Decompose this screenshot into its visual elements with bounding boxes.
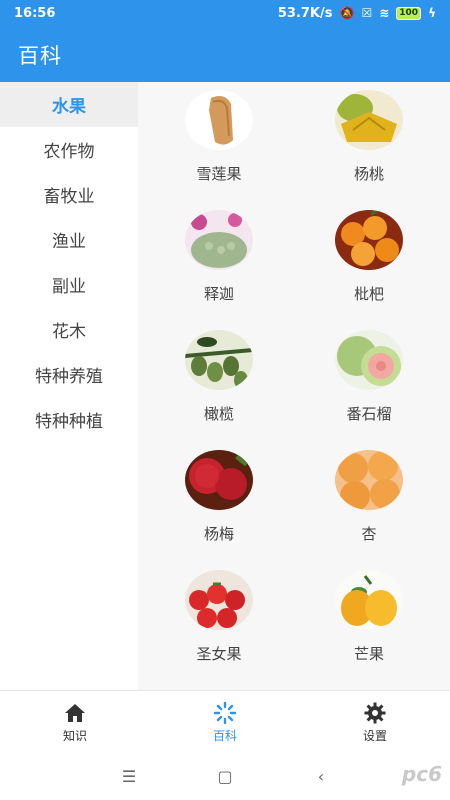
starfruit-image xyxy=(335,90,403,150)
menu-icon[interactable]: ☰ xyxy=(81,767,177,786)
network-speed: 53.7K/s xyxy=(277,5,333,21)
fruit-label: 雪莲果 xyxy=(196,165,242,183)
watermark-logo: pc6 xyxy=(401,762,442,786)
fruit-card[interactable]: 番石榴 xyxy=(294,330,444,450)
status-time: 16:56 xyxy=(14,5,56,21)
fruit-card[interactable]: 杏 xyxy=(294,450,444,570)
fruit-card[interactable]: 橄榄 xyxy=(144,330,294,450)
fruit-label: 杨桃 xyxy=(353,165,384,183)
fruit-card[interactable]: 释迦 xyxy=(144,210,294,330)
home-icon xyxy=(65,703,85,722)
nav-label: 设置 xyxy=(362,728,387,743)
sidebar-item-flowers-trees[interactable]: 花木 xyxy=(0,307,138,352)
sidebar-item-livestock[interactable]: 畜牧业 xyxy=(0,172,138,217)
yacon-image xyxy=(185,90,253,150)
fruit-label: 释迦 xyxy=(203,285,234,303)
page-title: 百科 xyxy=(18,44,62,68)
sidebar-item-crops[interactable]: 农作物 xyxy=(0,127,138,172)
fruit-card[interactable]: 雪莲果 xyxy=(144,90,294,210)
fruit-label: 橄榄 xyxy=(203,405,234,423)
fruit-card[interactable]: 芒果 xyxy=(294,570,444,690)
back-icon[interactable]: ‹ xyxy=(273,767,369,786)
mango-image xyxy=(335,570,403,630)
sidebar-item-fruit[interactable]: 水果 xyxy=(0,82,138,127)
system-nav-bar: ☰ ▢ ‹ xyxy=(0,752,450,800)
battery-icon: 100 xyxy=(396,6,422,20)
cherry-tomato-image xyxy=(185,570,253,630)
fruit-label: 杨梅 xyxy=(203,525,234,543)
mute-icon: 🔕 xyxy=(339,6,355,20)
wifi-icon: ≋ xyxy=(379,6,390,20)
fruit-label: 杏 xyxy=(361,525,377,543)
fruit-grid: 雪莲果 杨桃 释迦 枇杷 橄榄 番石榴 杨梅 杏 圣女果 芒果 xyxy=(138,82,450,690)
fruit-label: 圣女果 xyxy=(196,645,242,663)
fruit-card[interactable]: 杨桃 xyxy=(294,90,444,210)
category-sidebar: 水果 农作物 畜牧业 渔业 副业 花木 特种养殖 特种种植 xyxy=(0,82,138,690)
guava-image xyxy=(335,330,403,390)
fruit-label: 番石榴 xyxy=(346,405,392,423)
nav-label: 知识 xyxy=(62,728,87,743)
fruit-card[interactable]: 枇杷 xyxy=(294,210,444,330)
sim-icon: ☒ xyxy=(361,6,373,20)
olive-image xyxy=(185,330,253,390)
app-bar: 16:56 53.7K/s 🔕 ☒ ≋ 100 ϟ 百科 xyxy=(0,0,450,82)
charging-icon: ϟ xyxy=(428,6,436,20)
fruit-card[interactable]: 杨梅 xyxy=(144,450,294,570)
sidebar-item-special-breeding[interactable]: 特种养殖 xyxy=(0,352,138,397)
status-bar: 16:56 53.7K/s 🔕 ☒ ≋ 100 ϟ xyxy=(0,0,450,26)
fruit-label: 枇杷 xyxy=(353,285,384,303)
encyclopedia-icon xyxy=(213,701,237,724)
nav-settings[interactable]: 设置 xyxy=(300,691,450,753)
nav-encyclopedia[interactable]: 百科 xyxy=(150,691,300,753)
sugar-apple-image xyxy=(185,210,253,270)
sidebar-item-special-planting[interactable]: 特种种植 xyxy=(0,397,138,442)
loquat-image xyxy=(335,210,403,270)
bayberry-image xyxy=(185,450,253,510)
bottom-nav: 知识 百科 设置 xyxy=(0,690,450,753)
nav-label: 百科 xyxy=(212,728,237,743)
gear-icon xyxy=(364,702,386,723)
apricot-image xyxy=(335,450,403,510)
home-square-icon[interactable]: ▢ xyxy=(177,767,273,786)
fruit-label: 芒果 xyxy=(353,645,384,663)
fruit-card[interactable]: 圣女果 xyxy=(144,570,294,690)
sidebar-item-sideline[interactable]: 副业 xyxy=(0,262,138,307)
sidebar-item-fishery[interactable]: 渔业 xyxy=(0,217,138,262)
nav-knowledge[interactable]: 知识 xyxy=(0,691,150,753)
